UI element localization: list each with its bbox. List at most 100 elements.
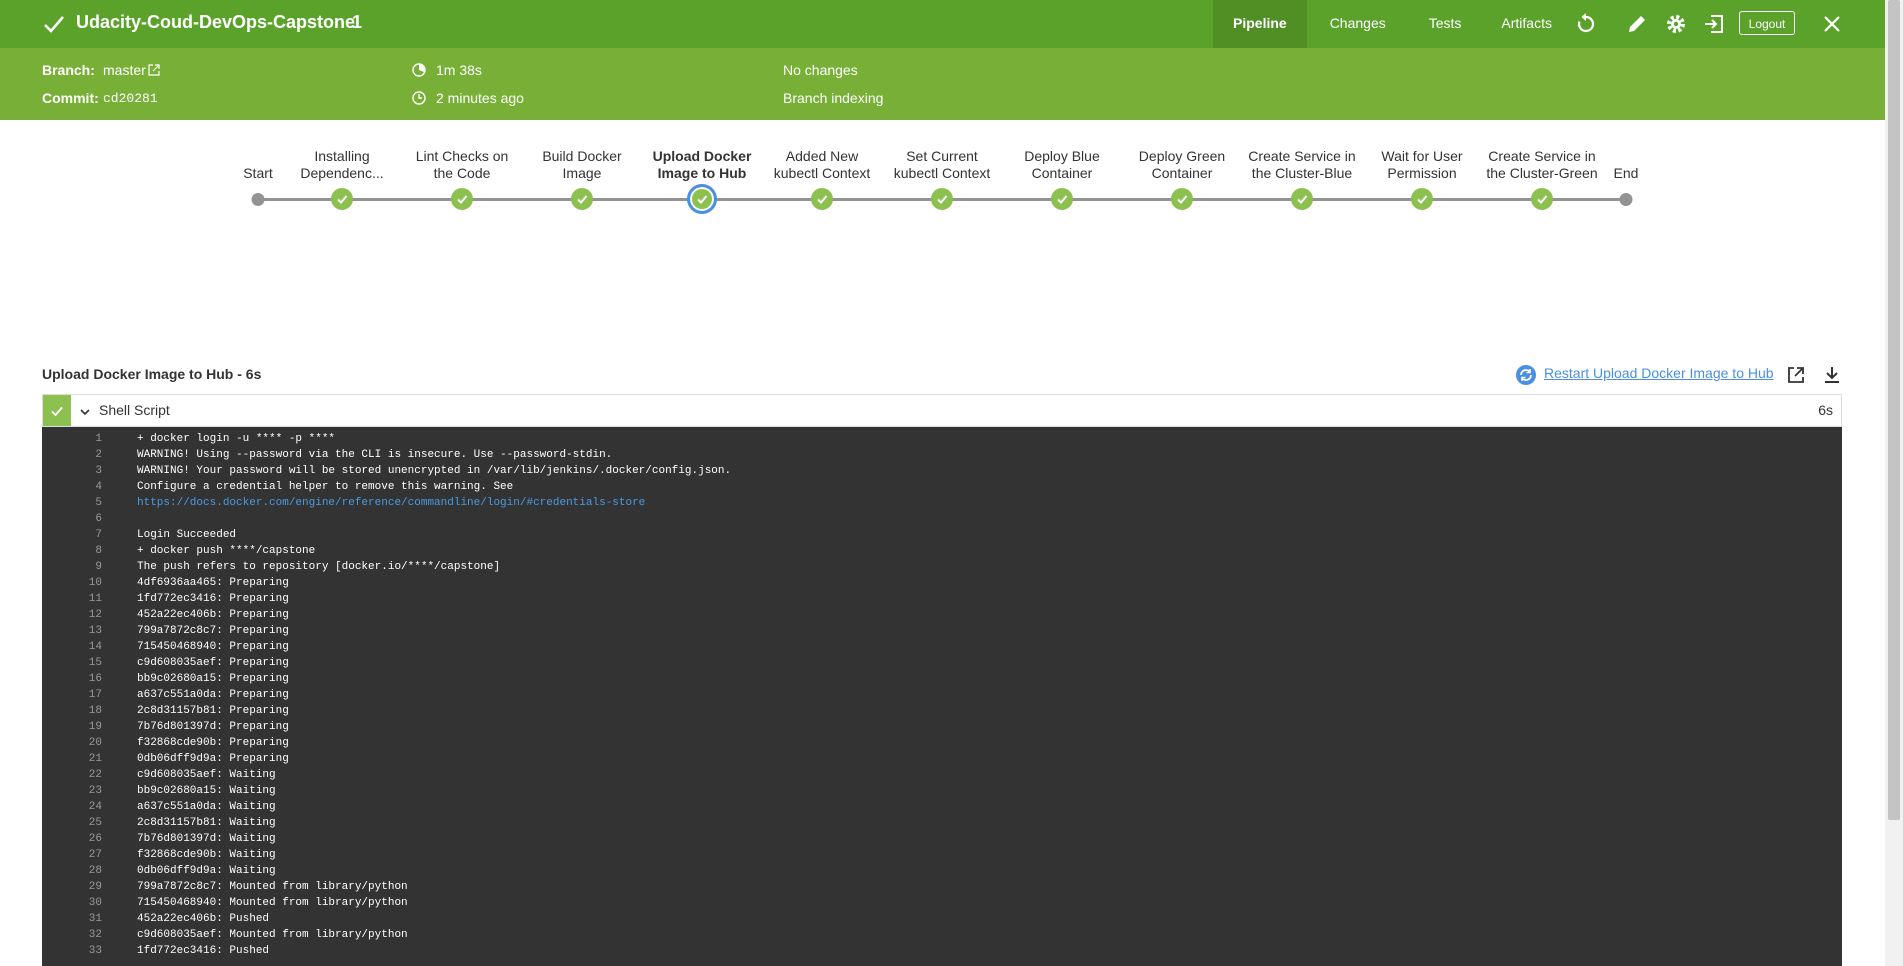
- log-text: WARNING! Your password will be stored un…: [137, 465, 732, 477]
- stage-node-add-kubectl-context[interactable]: [811, 188, 833, 210]
- commit-label: Commit:: [42, 90, 99, 106]
- stage-node-wait-permission[interactable]: [1411, 188, 1433, 210]
- log-line-number[interactable]: 13: [42, 625, 102, 637]
- page-scrollbar[interactable]: [1885, 0, 1903, 966]
- log-line-number[interactable]: 28: [42, 865, 102, 877]
- log-text: 1fd772ec3416: Pushed: [137, 945, 270, 957]
- chevron-down-icon[interactable]: [80, 407, 90, 417]
- log-line-number[interactable]: 21: [42, 753, 102, 765]
- log-line: 17 a637c551a0da: Preparing: [42, 689, 1842, 705]
- log-line-number[interactable]: 3: [42, 465, 102, 477]
- log-line-number[interactable]: 27: [42, 849, 102, 861]
- log-line-number[interactable]: 26: [42, 833, 102, 845]
- log-line-number[interactable]: 31: [42, 913, 102, 925]
- run-cause: Branch indexing: [783, 90, 884, 106]
- log-line-number[interactable]: 9: [42, 561, 102, 573]
- replay-icon[interactable]: [1574, 12, 1598, 36]
- log-text: bb9c02680a15: Preparing: [137, 673, 289, 685]
- pipeline-title[interactable]: Udacity-Coud-DevOps-Capstone: [76, 12, 355, 33]
- stage-node-deploy-green[interactable]: [1171, 188, 1193, 210]
- stage-label-deploy-green[interactable]: Deploy Green Container: [1139, 148, 1225, 182]
- log-line-number[interactable]: 12: [42, 609, 102, 621]
- branch-value[interactable]: master: [103, 62, 146, 78]
- log-line-number[interactable]: 18: [42, 705, 102, 717]
- tab-artifacts[interactable]: Artifacts: [1481, 0, 1572, 48]
- log-text: c9d608035aef: Mounted from library/pytho…: [137, 929, 408, 941]
- tab-pipeline[interactable]: Pipeline: [1213, 0, 1307, 48]
- log-line-number[interactable]: 16: [42, 673, 102, 685]
- close-icon[interactable]: [1820, 12, 1844, 36]
- stage-node-installing[interactable]: [331, 188, 353, 210]
- stage-label-service-green[interactable]: Create Service in the Cluster-Green: [1486, 148, 1597, 182]
- stage-node-lint[interactable]: [451, 188, 473, 210]
- log-line: 31 452a22ec406b: Pushed: [42, 913, 1842, 929]
- logout-button[interactable]: Logout: [1739, 11, 1795, 35]
- log-line: 10 4df6936aa465: Preparing: [42, 577, 1842, 593]
- log-line-number[interactable]: 5: [42, 497, 102, 509]
- log-line: 8 + docker push ****/capstone: [42, 545, 1842, 561]
- stage-node-deploy-blue[interactable]: [1051, 188, 1073, 210]
- log-line-number[interactable]: 20: [42, 737, 102, 749]
- log-text: Configure a credential helper to remove …: [137, 481, 514, 493]
- log-line: 18 2c8d31157b81: Preparing: [42, 705, 1842, 721]
- tab-changes[interactable]: Changes: [1307, 0, 1409, 48]
- log-line-number[interactable]: 6: [42, 513, 102, 525]
- log-line: 11 1fd772ec3416: Preparing: [42, 593, 1842, 609]
- log-line: 14 715450468940: Preparing: [42, 641, 1842, 657]
- log-line-number[interactable]: 14: [42, 641, 102, 653]
- log-line-number[interactable]: 17: [42, 689, 102, 701]
- log-line-number[interactable]: 32: [42, 929, 102, 941]
- log-line-number[interactable]: 4: [42, 481, 102, 493]
- log-line-number[interactable]: 25: [42, 817, 102, 829]
- log-text: f32868cde90b: Preparing: [137, 737, 289, 749]
- log-line-number[interactable]: 10: [42, 577, 102, 589]
- tab-tests[interactable]: Tests: [1409, 0, 1482, 48]
- stage-node-upload-docker[interactable]: [687, 184, 717, 214]
- stage-label-wait-permission[interactable]: Wait for User Permission: [1381, 148, 1462, 182]
- step-header[interactable]: Shell Script 6s: [42, 394, 1842, 427]
- log-line: 9 The push refers to repository [docker.i…: [42, 561, 1842, 577]
- exit-classic-icon[interactable]: [1702, 12, 1726, 36]
- log-line-number[interactable]: 22: [42, 769, 102, 781]
- log-line-number[interactable]: 7: [42, 529, 102, 541]
- edit-icon[interactable]: [1625, 12, 1649, 36]
- stage-node-service-blue[interactable]: [1291, 188, 1313, 210]
- restart-stage-link[interactable]: Restart Upload Docker Image to Hub: [1544, 365, 1774, 381]
- log-line-number[interactable]: 24: [42, 801, 102, 813]
- stage-label-deploy-blue[interactable]: Deploy Blue Container: [1024, 148, 1100, 182]
- scrollbar-thumb[interactable]: [1888, 0, 1900, 820]
- external-link-icon[interactable]: [148, 64, 160, 76]
- stage-label-add-kubectl-context[interactable]: Added New kubectl Context: [774, 148, 871, 182]
- log-link[interactable]: https://docs.docker.com/engine/reference…: [137, 497, 645, 509]
- log-line-number[interactable]: 8: [42, 545, 102, 557]
- stage-label-installing[interactable]: Installing Dependenc...: [300, 148, 383, 182]
- log-line-number[interactable]: 1: [42, 433, 102, 445]
- log-line-number[interactable]: 19: [42, 721, 102, 733]
- stage-node-build-docker[interactable]: [571, 188, 593, 210]
- log-line-number[interactable]: 11: [42, 593, 102, 605]
- log-line-number[interactable]: 2: [42, 449, 102, 461]
- download-icon[interactable]: [1822, 365, 1842, 385]
- commit-value[interactable]: cd20281: [103, 91, 158, 106]
- settings-icon[interactable]: [1664, 12, 1688, 36]
- open-log-icon[interactable]: [1786, 365, 1806, 385]
- stage-label-service-blue[interactable]: Create Service in the Cluster-Blue: [1248, 148, 1355, 182]
- log-line: 28 0db06dff9d9a: Waiting: [42, 865, 1842, 881]
- stage-label-lint[interactable]: Lint Checks on the Code: [416, 148, 509, 182]
- restart-icon[interactable]: [1515, 364, 1537, 386]
- log-line-number[interactable]: 33: [42, 945, 102, 957]
- log-line-number[interactable]: 23: [42, 785, 102, 797]
- stage-node-set-kubectl-context[interactable]: [931, 188, 953, 210]
- log-line-number[interactable]: 29: [42, 881, 102, 893]
- log-text: Login Succeeded: [137, 529, 237, 541]
- check-icon: [937, 195, 948, 204]
- stage-label-upload-docker[interactable]: Upload Docker Image to Hub: [653, 148, 752, 182]
- log-line-number[interactable]: 15: [42, 657, 102, 669]
- step-duration: 6s: [1818, 402, 1833, 418]
- log-line-number[interactable]: 30: [42, 897, 102, 909]
- log-text: WARNING! Using --password via the CLI is…: [137, 449, 613, 461]
- stage-node-service-green[interactable]: [1531, 188, 1553, 210]
- stage-label-build-docker[interactable]: Build Docker Image: [542, 148, 621, 182]
- stage-label-set-kubectl-context[interactable]: Set Current kubectl Context: [894, 148, 991, 182]
- log-line: 27 f32868cde90b: Waiting: [42, 849, 1842, 865]
